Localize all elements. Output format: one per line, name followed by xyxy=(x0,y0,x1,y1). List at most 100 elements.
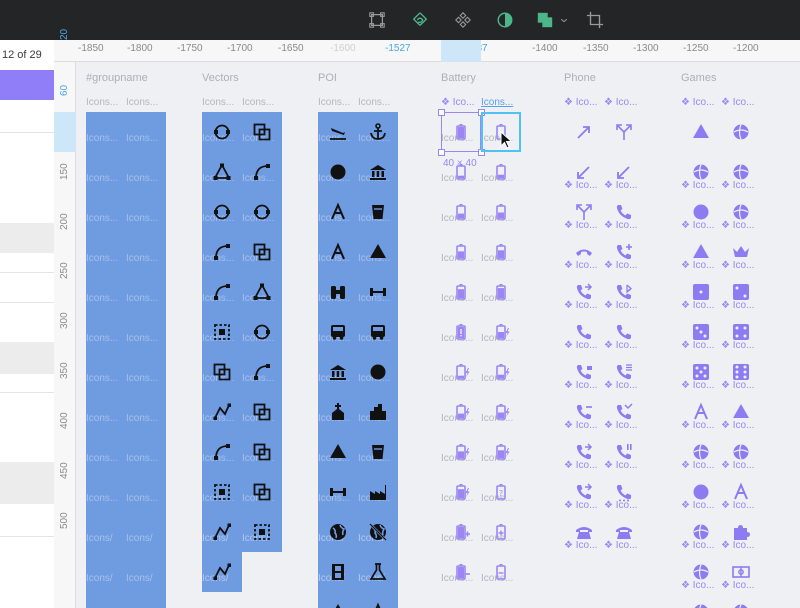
icon-cell[interactable]: Icons... xyxy=(242,392,282,432)
icon-cell[interactable]: Icons... xyxy=(441,192,481,232)
icon-cell[interactable]: Icons... xyxy=(86,312,126,352)
icon-cell[interactable]: ❖ Ico... xyxy=(564,232,604,272)
icon-cell[interactable]: ❖ Ico... xyxy=(681,512,721,552)
icon-cell[interactable]: Icons/ xyxy=(318,552,358,592)
icon-cell[interactable]: Icons... xyxy=(126,472,166,512)
icon-cell[interactable]: Icons... xyxy=(318,112,358,152)
icon-cell[interactable]: Icons/ xyxy=(126,512,166,552)
icon-cell[interactable]: Icons... xyxy=(358,472,398,512)
icon-cell[interactable]: Icons... xyxy=(202,112,242,152)
icon-cell[interactable]: ❖ Ico... xyxy=(564,512,604,552)
icon-cell[interactable]: ❖ Ico... xyxy=(564,312,604,352)
icon-cell[interactable]: Icons... xyxy=(242,152,282,192)
icon-cell[interactable]: Icons... xyxy=(358,232,398,272)
icon-cell[interactable]: Icons... xyxy=(242,192,282,232)
icon-cell[interactable]: ❖ Ico... xyxy=(604,312,644,352)
icon-cell[interactable]: Icons... xyxy=(86,432,126,472)
icon-cell[interactable]: Icons... xyxy=(481,512,521,552)
icon-cell[interactable]: Icons... xyxy=(481,432,521,472)
icon-cell[interactable]: Icons... xyxy=(86,192,126,232)
icon-cell[interactable]: Icons/ xyxy=(242,512,282,552)
icon-cell[interactable]: Icons/ xyxy=(86,512,126,552)
icon-cell[interactable]: Icons... xyxy=(441,312,481,352)
icon-cell[interactable]: ❖ Ico... xyxy=(721,272,761,312)
bounding-box-icon[interactable] xyxy=(365,8,389,32)
icon-cell[interactable]: ❖ Ico... xyxy=(721,312,761,352)
icon-cell[interactable]: ❖ Ico... xyxy=(681,392,721,432)
icon-cell[interactable]: ❖ Ico... xyxy=(721,352,761,392)
icon-cell[interactable]: Icons/ xyxy=(358,512,398,552)
mask-icon[interactable] xyxy=(408,8,432,32)
icon-cell[interactable]: Icons... xyxy=(86,152,126,192)
icon-cell[interactable]: Icons... xyxy=(202,192,242,232)
icon-cell[interactable]: Icons... xyxy=(358,152,398,192)
icon-cell[interactable]: Icons... xyxy=(318,352,358,392)
icon-cell[interactable]: Icons... xyxy=(126,192,166,232)
icon-cell[interactable]: Icons... xyxy=(86,392,126,432)
icon-cell[interactable]: Icons... xyxy=(242,472,282,512)
icon-cell[interactable]: Icons/ xyxy=(318,592,358,608)
icon-cell[interactable] xyxy=(604,112,644,152)
icon-cell[interactable]: ❖ Ico... xyxy=(681,232,721,272)
icon-cell[interactable]: Icons... xyxy=(481,272,521,312)
icon-cell[interactable]: ❖ Ico... xyxy=(604,352,644,392)
icon-cell[interactable]: ❖ Ico... xyxy=(681,432,721,472)
icon-cell[interactable]: Icons... xyxy=(202,392,242,432)
icon-cell[interactable]: ❖ Ico... xyxy=(604,152,644,192)
icon-cell[interactable]: Icons... xyxy=(481,232,521,272)
icon-cell[interactable]: Icons... xyxy=(358,192,398,232)
icon-cell[interactable]: Icons... xyxy=(481,312,521,352)
icon-cell[interactable]: Icons... xyxy=(202,232,242,272)
layer-row[interactable] xyxy=(0,462,54,504)
contrast-icon[interactable] xyxy=(493,8,517,32)
icon-cell[interactable]: Icons... xyxy=(358,392,398,432)
icon-cell[interactable]: Icons/ xyxy=(358,552,398,592)
selection-box[interactable] xyxy=(441,112,481,152)
icon-cell[interactable]: Icons... xyxy=(318,432,358,472)
icon-cell[interactable]: Icons... xyxy=(126,312,166,352)
icon-cell[interactable]: ❖ Ico... xyxy=(604,392,644,432)
icon-cell[interactable]: Icons... xyxy=(358,272,398,312)
icon-cell[interactable]: ❖ Ico... xyxy=(681,552,721,592)
canvas[interactable]: #groupname Icons... Icons... Icons... Icons.… xyxy=(77,63,800,608)
icon-cell[interactable]: Icons... xyxy=(126,112,166,152)
icon-cell[interactable]: ❖ Ico... xyxy=(604,512,644,552)
icon-cell[interactable]: Icons... xyxy=(441,432,481,472)
icon-cell[interactable]: ❖ Ico... xyxy=(721,552,761,592)
icon-cell[interactable]: Icons/ xyxy=(202,552,242,592)
icon-cell[interactable]: Icons... xyxy=(358,112,398,152)
icon-cell[interactable]: ❖ Ico... xyxy=(564,432,604,472)
icon-cell[interactable]: Icons... xyxy=(242,352,282,392)
icon-cell[interactable]: Icons... xyxy=(481,152,521,192)
icon-cell[interactable]: ❖ Ico... xyxy=(564,352,604,392)
icon-cell[interactable]: Icons... xyxy=(318,392,358,432)
icon-cell[interactable] xyxy=(681,112,721,152)
union-icon[interactable] xyxy=(533,8,557,32)
icon-cell[interactable]: Icons... xyxy=(318,152,358,192)
icon-cell[interactable]: Icons... xyxy=(481,192,521,232)
icon-cell[interactable]: ❖ Ico... xyxy=(681,312,721,352)
icon-cell[interactable]: Icons... xyxy=(202,152,242,192)
icon-cell[interactable]: Icons... xyxy=(202,312,242,352)
component-diamonds-icon[interactable] xyxy=(451,8,475,32)
icon-cell[interactable]: Icons... xyxy=(318,472,358,512)
icon-cell[interactable]: Icons... xyxy=(318,312,358,352)
icon-cell[interactable]: Icons... xyxy=(441,552,481,592)
icon-cell[interactable]: ❖ Ico... xyxy=(681,192,721,232)
icon-cell[interactable]: Icons... xyxy=(86,112,126,152)
icon-cell[interactable]: Icons...? xyxy=(481,472,521,512)
icon-cell[interactable]: ❖ Ico... xyxy=(604,272,644,312)
icon-cell[interactable]: Icons... xyxy=(318,232,358,272)
resize-handle[interactable] xyxy=(438,149,445,156)
icon-cell[interactable]: Icons... xyxy=(318,192,358,232)
icon-cell[interactable]: ❖ Ico... xyxy=(564,472,604,512)
icon-cell[interactable]: Icons/ xyxy=(126,552,166,592)
icon-cell[interactable]: Icons... xyxy=(358,432,398,472)
icon-cell[interactable]: ❖ Ico... xyxy=(681,152,721,192)
icon-cell[interactable]: ❖ Ico... xyxy=(721,392,761,432)
icon-cell[interactable]: Icons... xyxy=(481,392,521,432)
icon-cell[interactable]: Icons... xyxy=(358,312,398,352)
icon-cell[interactable]: Icons/ xyxy=(318,512,358,552)
icon-cell[interactable]: Icons... xyxy=(242,272,282,312)
icon-cell[interactable]: Icons... xyxy=(242,432,282,472)
